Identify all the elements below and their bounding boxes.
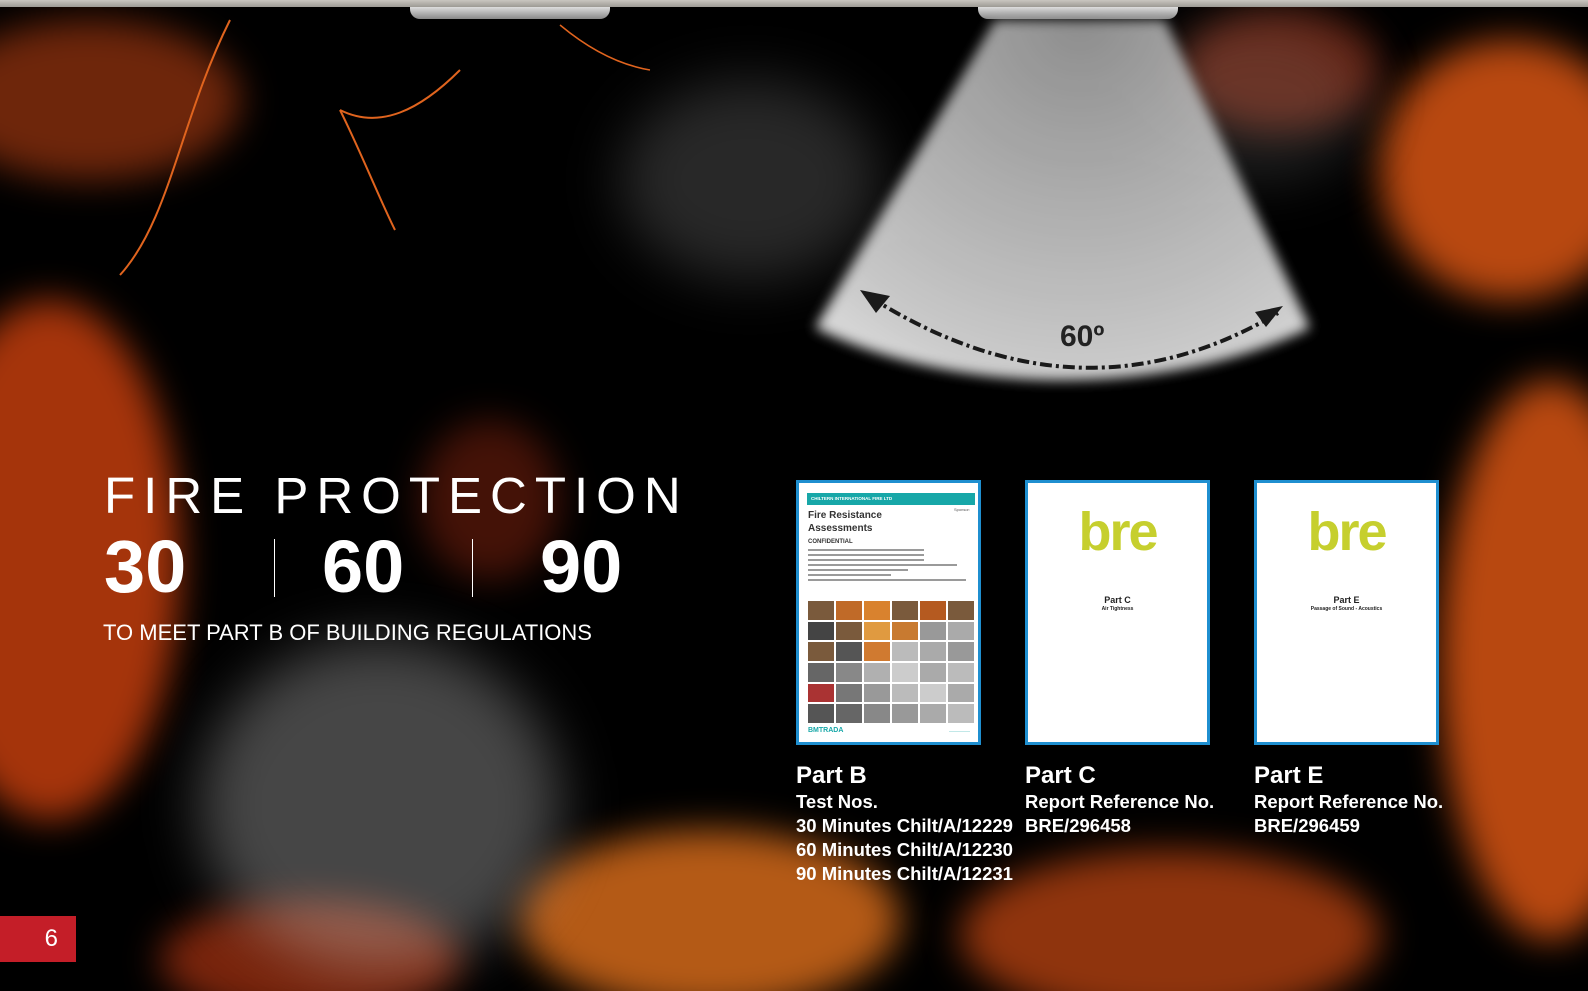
caption-title: Part E	[1254, 762, 1324, 789]
report-sponsor: Sponsor:	[953, 507, 970, 512]
report-text-lines	[808, 549, 974, 584]
report-cover-part-e: bre Part E Passage of Sound - Acoustics	[1254, 480, 1439, 745]
caption-part-b: Part B Test Nos. 30 Minutes Chilt/A/1222…	[796, 762, 1013, 886]
caption-part-e: Part E Report Reference No. BRE/296459	[1254, 762, 1443, 838]
caption-line: BRE/296458	[1025, 815, 1131, 836]
fire-ratings: 30 60 90	[104, 529, 644, 605]
bre-part-subtitle: Air Tightness	[1101, 606, 1134, 612]
angle-label: 60º	[1060, 320, 1104, 353]
bmtrada-logo: BMTRADA	[808, 727, 844, 734]
report-cover-part-c: bre Part C Air Tightness	[1025, 480, 1210, 745]
caption-line: 60 Minutes Chilt/A/12230	[796, 839, 1013, 860]
report-header: CHILTERN INTERNATIONAL FIRE LTD	[807, 493, 975, 505]
rating-30: 30	[104, 525, 187, 608]
page-number: 6	[0, 916, 76, 962]
caption-line: Report Reference No.	[1254, 791, 1444, 812]
page-title: FIRE PROTECTION	[104, 467, 689, 524]
caption-line: BRE/296459	[1254, 815, 1360, 836]
caption-line: 30 Minutes Chilt/A/12229	[796, 815, 1013, 836]
caption-line: Report Reference No.	[1025, 791, 1215, 812]
bre-part-label: Part E	[1333, 595, 1360, 605]
caption-title: Part C	[1025, 762, 1096, 789]
rating-60: 60	[322, 525, 405, 608]
report-photo-grid	[808, 601, 974, 723]
caption-part-c: Part C Report Reference No. BRE/296458	[1025, 762, 1214, 838]
rating-divider	[274, 539, 275, 597]
bre-part-subtitle: Passage of Sound - Acoustics	[1310, 606, 1383, 612]
caption-line: 90 Minutes Chilt/A/12231	[796, 863, 1013, 884]
rating-divider	[472, 539, 473, 597]
bre-logo: bre	[1307, 502, 1387, 562]
report-footer-line: ——————	[949, 729, 970, 733]
headline-block: FIRE PROTECTION 30 60 90	[104, 466, 689, 605]
caption-title: Part B	[796, 762, 867, 789]
caption-line: Test Nos.	[796, 791, 878, 812]
bre-logo: bre	[1078, 502, 1158, 562]
report-cover-part-b: CHILTERN INTERNATIONAL FIRE LTD Fire Res…	[796, 480, 981, 745]
report-confidential: CONFIDENTIAL	[808, 539, 853, 545]
rating-90: 90	[540, 525, 623, 608]
bre-part-label: Part C	[1104, 595, 1131, 605]
subtitle: TO MEET PART B OF BUILDING REGULATIONS	[103, 620, 592, 645]
report-title: Fire Resistance Assessments	[808, 510, 882, 534]
